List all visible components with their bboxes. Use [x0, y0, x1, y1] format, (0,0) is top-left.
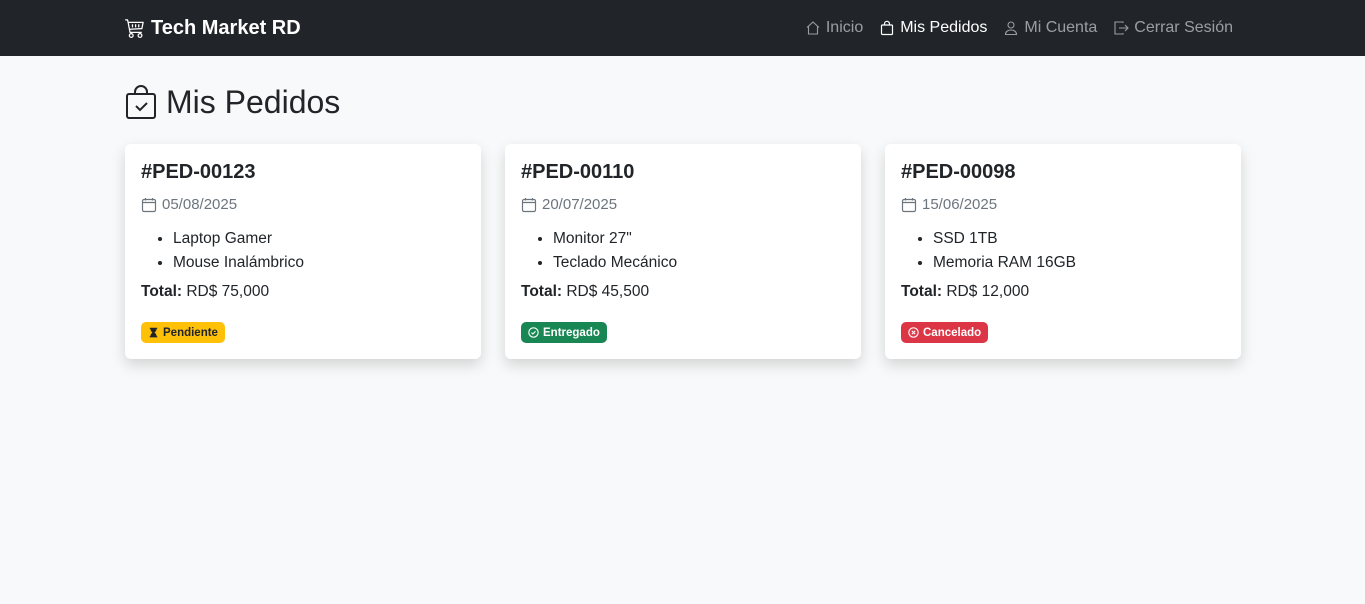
order-items: Laptop Gamer Mouse Inalámbrico — [141, 227, 465, 275]
navbar: Tech Market RD Inicio Mis Pedidos Mi Cue… — [0, 0, 1365, 56]
status-badge: Entregado — [521, 322, 607, 343]
order-card: #PED-00123 05/08/2025 Laptop Gamer Mouse… — [125, 144, 481, 359]
order-item: Mouse Inalámbrico — [173, 251, 465, 275]
order-total-label: Total: — [141, 283, 183, 300]
order-date: 15/06/2025 — [901, 196, 1225, 213]
cart-icon — [125, 19, 144, 38]
order-card: #PED-00098 15/06/2025 SSD 1TB Memoria RA… — [885, 144, 1241, 359]
house-icon — [806, 21, 820, 35]
order-id: #PED-00098 — [901, 161, 1016, 183]
nav-link-mi-cuenta[interactable]: Mi Cuenta — [1003, 19, 1097, 37]
order-date-text: 05/08/2025 — [162, 196, 238, 213]
logout-icon — [1114, 21, 1130, 35]
order-items: Monitor 27" Teclado Mecánico — [521, 227, 845, 275]
order-date: 20/07/2025 — [521, 196, 845, 213]
check-circle-icon — [528, 327, 539, 338]
order-date: 05/08/2025 — [141, 196, 465, 213]
calendar-icon — [901, 197, 917, 212]
order-date-text: 15/06/2025 — [922, 196, 998, 213]
status-badge: Cancelado — [901, 322, 989, 343]
order-total-value: RD$ 12,000 — [946, 283, 1030, 300]
brand-name: Tech Market RD — [151, 16, 301, 39]
bag-check-icon — [126, 85, 156, 119]
order-total-value: RD$ 45,500 — [566, 283, 650, 300]
order-item: Laptop Gamer — [173, 227, 465, 251]
bag-icon — [881, 20, 894, 36]
page-title-text: Mis Pedidos — [166, 83, 341, 120]
orders-list: #PED-00123 05/08/2025 Laptop Gamer Mouse… — [125, 144, 1241, 359]
order-items: SSD 1TB Memoria RAM 16GB — [901, 227, 1225, 275]
brand-link[interactable]: Tech Market RD — [125, 17, 301, 40]
calendar-icon — [521, 197, 537, 212]
order-card: #PED-00110 20/07/2025 Monitor 27" Teclad… — [505, 144, 861, 359]
order-item: Monitor 27" — [553, 227, 845, 251]
person-icon — [1005, 21, 1018, 36]
x-circle-icon — [908, 327, 919, 338]
nav-link-inicio[interactable]: Inicio — [805, 19, 863, 37]
nav-link-label: Mi Cuenta — [1024, 19, 1098, 36]
hourglass-icon — [149, 327, 158, 338]
order-total-label: Total: — [521, 283, 563, 300]
nav-links: Inicio Mis Pedidos Mi Cuenta Cerrar Sesi… — [805, 19, 1233, 37]
order-item: SSD 1TB — [933, 227, 1225, 251]
order-total: Total: RD$ 45,500 — [521, 283, 845, 301]
status-text: Cancelado — [923, 326, 982, 339]
order-id: #PED-00123 — [141, 161, 256, 183]
nav-link-label: Cerrar Sesión — [1134, 19, 1233, 36]
status-text: Entregado — [543, 326, 600, 339]
nav-link-cerrar-sesion[interactable]: Cerrar Sesión — [1113, 19, 1233, 37]
order-total: Total: RD$ 12,000 — [901, 283, 1225, 301]
order-date-text: 20/07/2025 — [542, 196, 618, 213]
page-title: Mis Pedidos — [125, 82, 1241, 122]
order-total-value: RD$ 75,000 — [186, 283, 270, 300]
order-item: Teclado Mecánico — [553, 251, 845, 275]
status-text: Pendiente — [163, 326, 218, 339]
status-badge: Pendiente — [141, 322, 225, 343]
main-content: Mis Pedidos #PED-00123 05/08/2025 Laptop… — [0, 56, 1365, 359]
nav-link-label: Mis Pedidos — [900, 19, 988, 36]
calendar-icon — [141, 197, 157, 212]
order-id: #PED-00110 — [521, 161, 635, 183]
order-total-label: Total: — [901, 283, 943, 300]
order-total: Total: RD$ 75,000 — [141, 283, 465, 301]
nav-link-label: Inicio — [825, 19, 864, 36]
nav-link-mis-pedidos[interactable]: Mis Pedidos — [879, 19, 987, 37]
order-item: Memoria RAM 16GB — [933, 251, 1225, 275]
